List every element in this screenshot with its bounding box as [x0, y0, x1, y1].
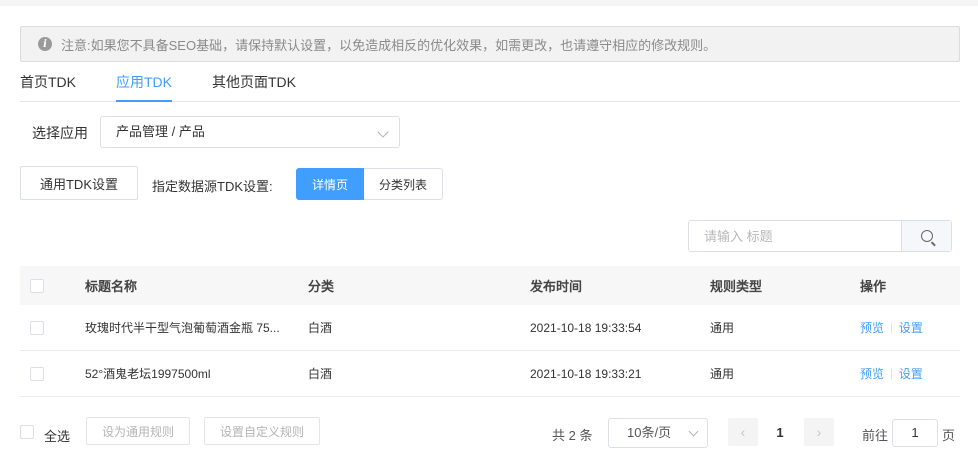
- header-category: 分类: [308, 279, 335, 294]
- search-box: [688, 220, 952, 252]
- row-checkbox[interactable]: [30, 320, 44, 335]
- action-divider: |: [890, 367, 893, 380]
- row-publish-time: 2021-10-18 19:33:21: [530, 366, 642, 381]
- table-row: 玫瑰时代半干型气泡葡萄酒金瓶 75... 白酒 2021-10-18 19:33…: [20, 305, 960, 351]
- app-select-value: 产品管理 / 产品: [116, 124, 205, 139]
- row-category: 白酒: [308, 367, 333, 381]
- select-all-checkbox[interactable]: [20, 425, 34, 439]
- header-checkbox-cell: [30, 266, 44, 305]
- header-action: 操作: [860, 279, 887, 294]
- prev-page-button[interactable]: ‹: [728, 418, 758, 446]
- search-input[interactable]: [689, 221, 903, 251]
- goto-page-input[interactable]: 1: [892, 419, 938, 447]
- page-unit-label: 页: [942, 428, 956, 443]
- settings-link[interactable]: 设置: [899, 319, 923, 336]
- row-title: 52°酒鬼老坛1997500ml: [85, 367, 211, 381]
- header-publish-time: 发布时间: [530, 279, 583, 294]
- tab-home-tdk[interactable]: 首页TDK: [20, 72, 76, 102]
- table-row: 52°酒鬼老坛1997500ml 白酒 2021-10-18 19:33:21 …: [20, 351, 960, 397]
- tdk-table: 标题名称 分类 发布时间 规则类型 操作 玫瑰时代半干型气泡葡萄酒金瓶 75..…: [20, 266, 960, 397]
- data-source-label: 指定数据源TDK设置:: [152, 179, 273, 194]
- search-icon: [920, 230, 933, 242]
- preview-link[interactable]: 预览: [860, 319, 884, 336]
- top-strip: [0, 0, 978, 6]
- page-size-select[interactable]: 10条/页: [608, 418, 708, 448]
- chevron-right-icon: ›: [816, 424, 822, 440]
- total-count: 共 2 条: [552, 428, 593, 443]
- preview-link[interactable]: 预览: [860, 365, 884, 382]
- row-actions: 预览 | 设置: [860, 351, 923, 396]
- row-checkbox[interactable]: [30, 366, 44, 381]
- info-icon: i: [38, 37, 52, 51]
- chevron-down-icon: [377, 126, 389, 138]
- segment-detail-page[interactable]: 详情页: [296, 168, 364, 200]
- table-header: 标题名称 分类 发布时间 规则类型 操作: [20, 266, 960, 305]
- row-publish-time: 2021-10-18 19:33:54: [530, 320, 642, 335]
- general-tdk-button[interactable]: 通用TDK设置: [20, 166, 138, 200]
- notice-text: 注意:如果您不具备SEO基础，请保持默认设置，以免造成相反的优化效果，如需更改，…: [61, 37, 717, 53]
- chevron-down-icon: [688, 426, 699, 437]
- row-rule-type: 通用: [710, 367, 735, 381]
- settings-link[interactable]: 设置: [899, 365, 923, 382]
- header-checkbox[interactable]: [30, 278, 44, 293]
- header-title: 标题名称: [85, 279, 138, 294]
- tab-other-tdk[interactable]: 其他页面TDK: [212, 72, 296, 102]
- set-custom-rule-button[interactable]: 设置自定义规则: [204, 417, 320, 445]
- seo-notice: i 注意:如果您不具备SEO基础，请保持默认设置，以免造成相反的优化效果，如需更…: [20, 26, 960, 62]
- page-size-value: 10条/页: [627, 425, 672, 440]
- tab-app-tdk[interactable]: 应用TDK: [116, 72, 172, 102]
- current-page[interactable]: 1: [770, 425, 790, 440]
- search-button[interactable]: [901, 221, 951, 251]
- select-all-label: 全选: [44, 429, 71, 444]
- row-category: 白酒: [308, 321, 333, 335]
- app-select-label: 选择应用: [32, 125, 88, 141]
- row-rule-type: 通用: [710, 321, 735, 335]
- segment-category-list[interactable]: 分类列表: [364, 168, 443, 200]
- action-divider: |: [890, 321, 893, 334]
- set-general-rule-button[interactable]: 设为通用规则: [86, 417, 190, 445]
- row-actions: 预览 | 设置: [860, 305, 923, 350]
- chevron-left-icon: ‹: [740, 424, 746, 440]
- header-rule-type: 规则类型: [710, 279, 763, 294]
- next-page-button[interactable]: ›: [804, 418, 834, 446]
- row-checkbox-cell: [30, 305, 44, 350]
- row-title: 玫瑰时代半干型气泡葡萄酒金瓶 75...: [85, 321, 280, 335]
- tab-bar: 首页TDK 应用TDK 其他页面TDK: [20, 72, 960, 102]
- goto-label: 前往: [862, 428, 889, 443]
- source-segment: 详情页 分类列表: [296, 168, 443, 200]
- row-checkbox-cell: [30, 351, 44, 396]
- app-select[interactable]: 产品管理 / 产品: [100, 116, 400, 148]
